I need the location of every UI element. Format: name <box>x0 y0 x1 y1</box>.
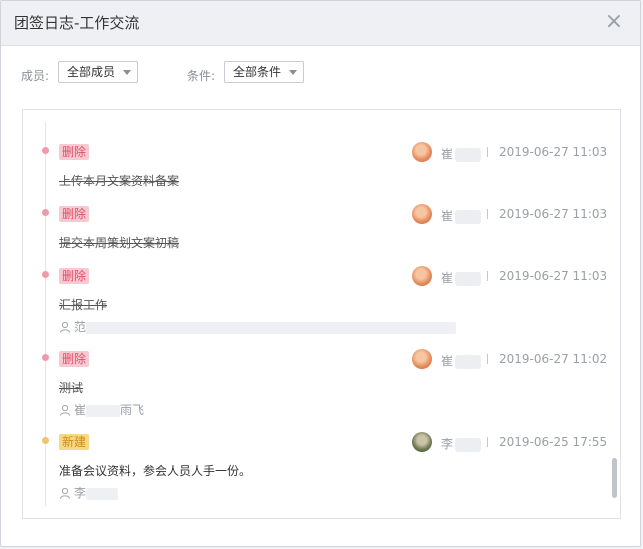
divider <box>487 271 488 281</box>
entry-content: 上传本月文案资料备案 <box>59 174 180 188</box>
timeline-line <box>45 122 46 506</box>
member-list: 崔雨飞 <box>59 401 144 418</box>
status-badge: 新建 <box>59 434 90 450</box>
condition-filter-value: 全部条件 <box>233 65 282 79</box>
timestamp: 2019-06-27 11:03 <box>499 207 608 221</box>
person-icon <box>60 487 70 499</box>
chevron-down-icon <box>123 70 131 75</box>
timeline-dot <box>42 354 49 361</box>
timeline-dot <box>42 437 49 444</box>
dialog: 团签日志-工作交流 × 成员: 全部成员 条件: 全部条件 删除 崔 2019-… <box>0 0 641 547</box>
person-icon <box>60 321 70 333</box>
avatar <box>412 266 432 286</box>
avatar <box>412 142 432 162</box>
status-badge: 删除 <box>59 268 90 284</box>
divider <box>487 147 488 157</box>
entry-content: 测试 <box>59 381 84 395</box>
divider <box>487 209 488 219</box>
timestamp: 2019-06-27 11:03 <box>499 269 608 283</box>
author-name: 崔 <box>441 145 482 162</box>
entry-content: 汇报工作 <box>59 298 108 312</box>
member-filter-value: 全部成员 <box>67 65 116 79</box>
avatar <box>412 349 432 369</box>
divider <box>487 437 488 447</box>
condition-filter-label: 条件: <box>187 69 216 83</box>
author-name: 崔 <box>441 269 482 286</box>
person-icon <box>60 404 70 416</box>
avatar <box>412 432 432 452</box>
condition-filter-select[interactable]: 全部条件 <box>224 61 304 83</box>
avatar <box>412 204 432 224</box>
author-name: 李 <box>441 435 482 452</box>
timeline-dot <box>42 271 49 278</box>
log-list[interactable]: 删除 崔 2019-06-27 11:03 上传本月文案资料备案 删除 崔 20… <box>22 109 621 519</box>
dialog-title: 团签日志-工作交流 <box>14 14 140 32</box>
divider <box>487 354 488 364</box>
status-badge: 删除 <box>59 206 90 222</box>
timestamp: 2019-06-27 11:02 <box>499 352 608 366</box>
author-name: 崔 <box>441 207 482 224</box>
timestamp: 2019-06-27 11:03 <box>499 145 608 159</box>
chevron-down-icon <box>289 70 297 75</box>
timeline-dot <box>42 209 49 216</box>
member-list: 范 <box>59 318 457 335</box>
member-list: 李 <box>59 484 119 501</box>
timestamp: 2019-06-25 17:55 <box>499 435 608 449</box>
member-filter-select[interactable]: 全部成员 <box>58 61 138 83</box>
close-icon[interactable]: × <box>602 10 626 34</box>
dialog-header: 团签日志-工作交流 × <box>1 1 640 46</box>
timeline-dot <box>42 147 49 154</box>
scrollbar[interactable] <box>612 458 617 498</box>
entry-content: 提交本周策划文案初稿 <box>59 236 180 250</box>
member-filter-label: 成员: <box>21 69 50 83</box>
status-badge: 删除 <box>59 144 90 160</box>
entry-content: 准备会议资料，参会人员人手一份。 <box>59 464 252 478</box>
author-name: 崔 <box>441 352 482 369</box>
status-badge: 删除 <box>59 351 90 367</box>
